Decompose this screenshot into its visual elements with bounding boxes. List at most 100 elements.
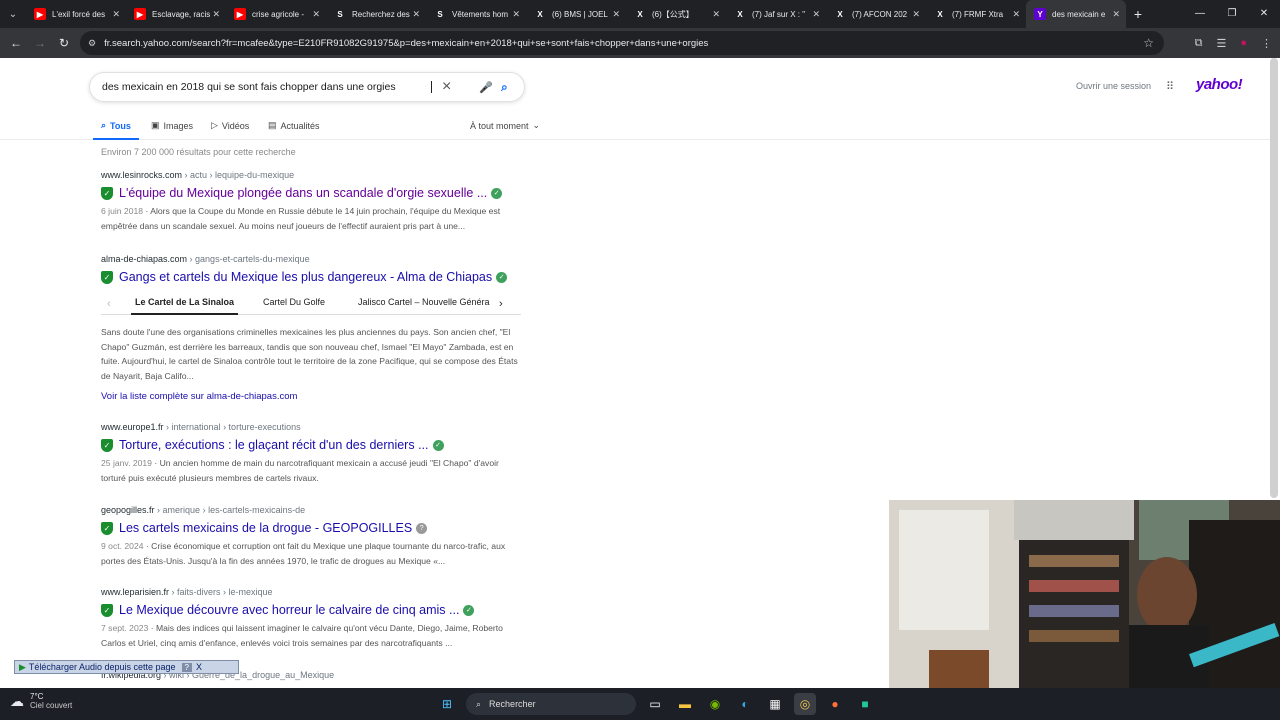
chrome-icon[interactable]: ◎ [794,693,816,715]
close-tab-icon[interactable]: ✕ [512,9,520,20]
yahoo-icon: Y [1034,8,1046,20]
result-snippet: Sans doute l'une des organisations crimi… [101,327,518,381]
carousel-tab[interactable]: Cartel Du Golfe [263,297,325,307]
result-url[interactable]: www.lesinrocks.com › actu › lequipe-du-m… [101,170,521,180]
result-title-link[interactable]: Gangs et cartels du Mexique les plus dan… [119,270,492,284]
browser-tab[interactable]: ▶ crise agricole - ✕ [226,0,326,28]
weather-widget[interactable]: ☁ 7°C Ciel couvert [10,692,72,710]
result-title-link[interactable]: Les cartels mexicains de la drogue - GEO… [119,521,412,535]
close-tab-icon[interactable]: ✕ [712,9,720,20]
reading-list-icon[interactable]: ☰ [1216,37,1226,50]
browser-tab[interactable]: ▶ Esclavage, racis ✕ [126,0,226,28]
close-tab-icon[interactable]: ✕ [212,9,220,20]
result-date: 9 oct. 2024 [101,541,144,551]
tab-title: (6) BMS | JOEL [552,9,608,19]
close-tab-icon[interactable]: ✕ [612,9,620,20]
bookmark-star-icon[interactable]: ☆ [1143,36,1154,50]
reload-button[interactable]: ↻ [52,36,76,50]
browser-tab[interactable]: X (6)【公式】 ✕ [626,0,726,28]
result-snippet-text: · Mais des indices qui laissent imaginer… [101,623,503,648]
info-icon: ? [416,522,428,534]
site-info-icon[interactable]: ⚙ [88,38,96,49]
browser-tab[interactable]: ▶ L'exil forcé des ✕ [26,0,126,28]
page-scrollbar[interactable] [1270,58,1278,498]
close-tab-icon[interactable]: ✕ [112,9,120,20]
youtube-icon: ▶ [234,8,246,20]
download-audio-bar[interactable]: ▶ Télécharger Audio depuis cette page ? … [14,660,239,674]
tab-videos[interactable]: ▷ Vidéos [211,120,249,131]
file-explorer-icon[interactable]: ▬ [674,693,696,715]
browser-tab[interactable]: X (7) AFCON 202 ✕ [826,0,926,28]
menu-icon[interactable]: ⋮ [1261,37,1272,50]
maximize-button[interactable]: ❐ [1216,0,1248,28]
result-title-link[interactable]: L'équipe du Mexique plongée dans un scan… [119,186,487,200]
chevron-left-icon[interactable]: ‹ [107,298,111,310]
close-tab-icon[interactable]: ✕ [312,9,320,20]
result-title-link[interactable]: Torture, exécutions : le glaçant récit d… [119,438,429,452]
forward-button[interactable]: → [28,36,52,50]
microphone-icon[interactable]: 🎤 [479,81,493,94]
safe-shield-icon: ✓ [101,438,113,452]
tab-title: crise agricole - [252,9,305,19]
result-snippet: 7 sept. 2023 · Mais des indices qui lais… [101,621,521,650]
address-bar[interactable]: ⚙ fr.search.yahoo.com/search?fr=mcafee&t… [80,31,1164,55]
chevron-right-icon[interactable]: › [499,298,503,310]
task-view-icon[interactable]: ▭ [644,693,666,715]
back-button[interactable]: ← [4,36,28,50]
browser-tab[interactable]: X (6) BMS | JOEL ✕ [526,0,626,28]
browser-tab[interactable]: S Recherchez des ✕ [326,0,426,28]
close-window-button[interactable]: ✕ [1248,0,1280,28]
tab-search-button[interactable]: ⌄ [0,0,26,28]
search-box[interactable]: des mexicain en 2018 qui se sont fais ch… [89,72,525,102]
firefox-icon[interactable]: ● [824,693,846,715]
close-download-bar-button[interactable]: X [196,662,202,672]
result-path: › international › torture-executions [163,422,301,432]
new-tab-button[interactable]: + [1126,6,1150,22]
result-snippet: 6 juin 2018 · Alors que la Coupe du Mond… [101,204,521,233]
browser-tab[interactable]: S Vêtements hom ✕ [426,0,526,28]
profile-avatar[interactable]: ● [1240,37,1247,49]
help-button[interactable]: ? [181,662,192,672]
download-audio-label[interactable]: Télécharger Audio depuis cette page [29,662,176,672]
windows-start-icon[interactable]: ⊞ [436,693,458,715]
play-icon: ▶ [19,661,26,672]
close-tab-icon[interactable]: ✕ [1112,9,1120,20]
result-title-link[interactable]: Le Mexique découvre avec horreur le calv… [119,603,459,617]
signin-link[interactable]: Ouvrir une session [1076,81,1151,91]
nvidia-icon[interactable]: ◉ [704,693,726,715]
minimize-button[interactable]: — [1184,0,1216,28]
apps-grid-icon[interactable]: ⠿ [1166,80,1174,93]
close-tab-icon[interactable]: ✕ [912,9,920,20]
yahoo-logo[interactable]: yahoo! [1196,76,1243,93]
tab-all[interactable]: ⌕ Tous [93,120,139,140]
s-icon: S [434,8,446,20]
time-filter-dropdown[interactable]: À tout moment ⌄ [470,120,540,131]
result-url[interactable]: geopogilles.fr › amerique › les-cartels-… [101,505,521,515]
carousel-tab[interactable]: Le Cartel de La Sinaloa [130,297,239,315]
close-tab-icon[interactable]: ✕ [812,9,820,20]
edge-icon[interactable]: ◐ [734,693,756,715]
close-tab-icon[interactable]: ✕ [1012,9,1020,20]
tab-images[interactable]: ▣ Images [151,120,193,131]
result-path: › gangs-et-cartels-du-mexique [187,254,310,264]
browser-tab[interactable]: Ydes mexicain e ✕ [1026,0,1126,28]
result-url[interactable]: alma-de-chiapas.com › gangs-et-cartels-d… [101,254,521,264]
tab-strip: ⌄ ▶ L'exil forcé des ✕ ▶ Esclavage, racis ✕ ▶ c… [0,0,1280,28]
search-icon[interactable]: ⌕ [501,80,508,95]
see-full-list-link[interactable]: Voir la liste complète sur alma-de-chiap… [101,391,521,402]
browser-tab[interactable]: X (7) Jaf sur X : " ✕ [726,0,826,28]
taskbar-search[interactable]: ⌕ Rechercher [466,693,636,715]
extensions-icon[interactable]: ⧉ [1195,37,1203,50]
search-input[interactable]: des mexicain en 2018 qui se sont fais ch… [102,81,432,93]
clear-icon[interactable]: × [442,78,451,96]
carousel-tab[interactable]: Jalisco Cartel – Nouvelle Généra [358,297,492,307]
browser-tab[interactable]: X (7) FRMF Xtra ✕ [926,0,1026,28]
result-url[interactable]: www.europe1.fr › international › torture… [101,422,521,432]
x-icon: X [734,8,746,20]
close-tab-icon[interactable]: ✕ [412,9,420,20]
store-icon[interactable]: ▦ [764,693,786,715]
tab-news[interactable]: ▤ Actualités [268,120,320,131]
result-url[interactable]: www.leparisien.fr › faits-divers › le-me… [101,587,521,597]
app-icon[interactable]: ■ [854,693,876,715]
result-path: › amerique › les-cartels-mexicains-de [154,505,306,515]
